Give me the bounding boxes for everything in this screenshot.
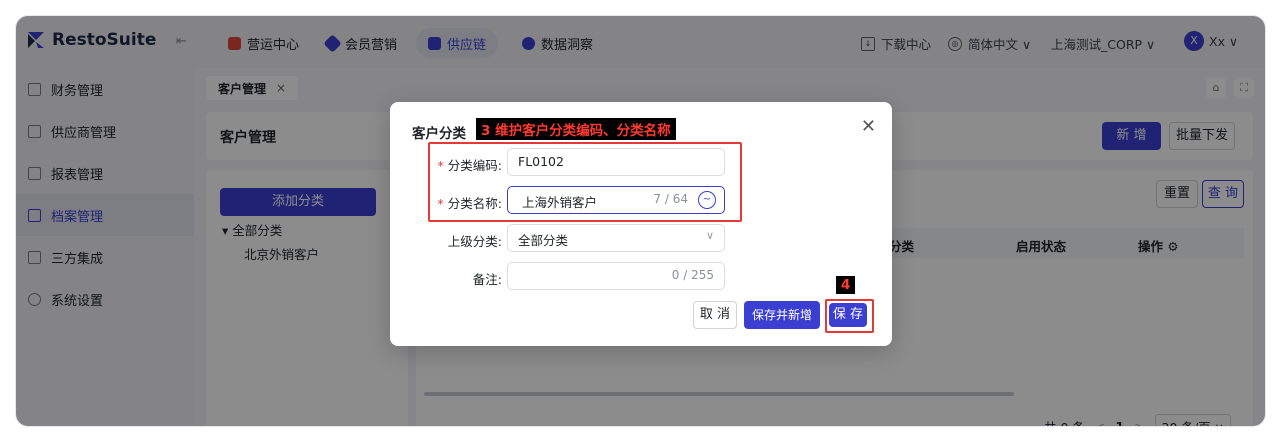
translate-icon[interactable]: ~ [698, 191, 716, 209]
category-name-count: 7 / 64 [653, 192, 688, 206]
customer-category-dialog: 客户分类 3 维护客户分类编码、分类名称 ✕ * 分类编码: FL0102 * 分类… [390, 102, 892, 346]
remark-input[interactable]: 0 / 255 [507, 262, 725, 290]
code-label: * 分类编码: [410, 155, 502, 174]
name-label: * 分类名称: [410, 193, 502, 212]
category-code-input[interactable]: FL0102 [507, 148, 725, 176]
cancel-button[interactable]: 取 消 [693, 301, 737, 329]
required-mark: * [437, 196, 444, 211]
save-button[interactable]: 保 存 [829, 303, 867, 327]
code-label-text: 分类编码: [447, 158, 502, 173]
remark-count: 0 / 255 [671, 268, 714, 282]
parent-label: 上级分类: [447, 234, 502, 249]
dialog-title: 客户分类 [412, 126, 466, 142]
name-label-text: 分类名称: [447, 196, 502, 211]
close-icon[interactable]: ✕ [861, 116, 876, 137]
remark-label: 备注: [472, 272, 502, 287]
annotation-step-3: 3 维护客户分类编码、分类名称 [476, 118, 676, 140]
save-and-new-button[interactable]: 保存并新增 [744, 301, 820, 329]
annotation-step-4: 4 [836, 276, 856, 294]
parent-category-select[interactable]: 全部分类 ∨ [507, 224, 725, 252]
required-mark: * [437, 158, 444, 173]
parent-category-value: 全部分类 [518, 233, 569, 248]
category-name-value: 上海外销客户 [522, 195, 598, 210]
category-code-value: FL0102 [518, 154, 564, 169]
chevron-down-icon: ∨ [705, 229, 714, 242]
category-name-input[interactable]: 上海外销客户 7 / 64 ~ [507, 186, 725, 214]
